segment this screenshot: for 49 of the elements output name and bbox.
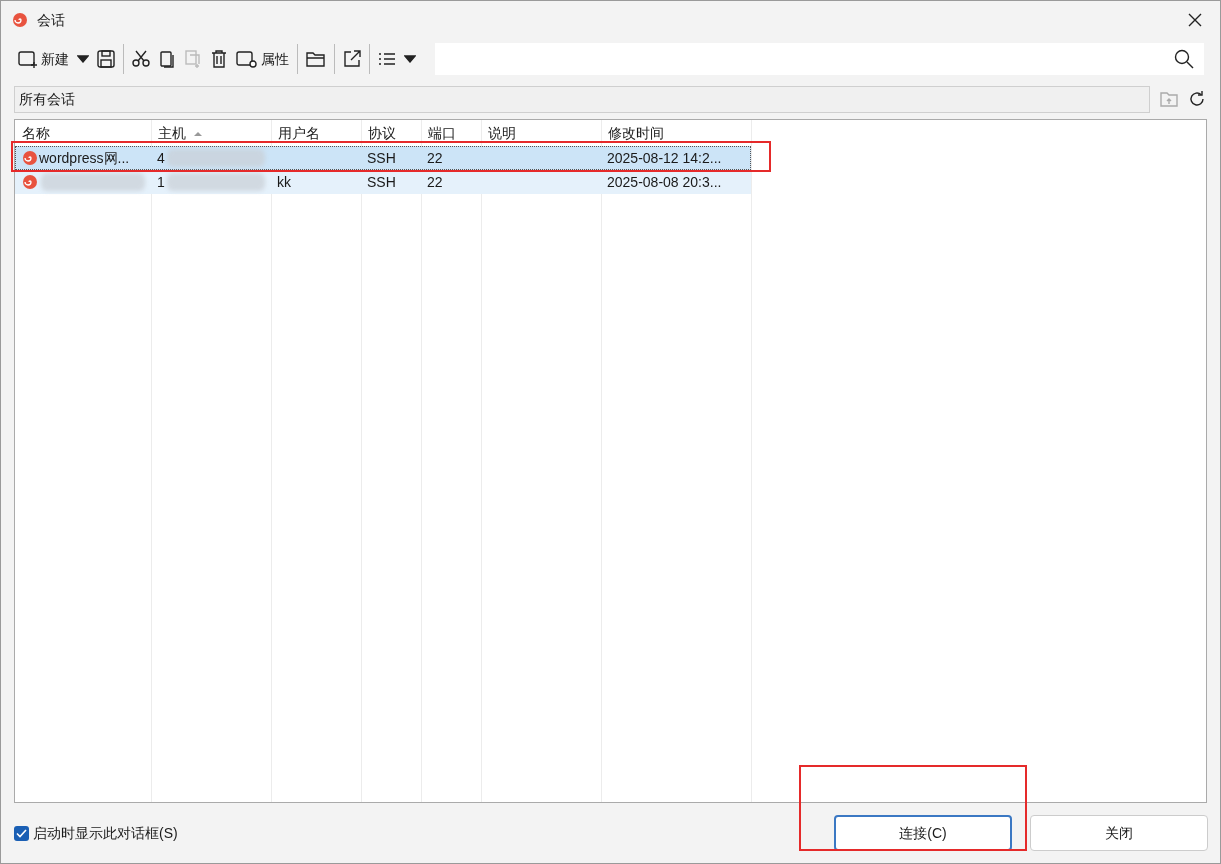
snail-icon <box>21 149 39 167</box>
column-header[interactable]: 协议 <box>368 123 396 144</box>
table-cell-text: SSH <box>367 172 396 192</box>
table-cell-text: 2025-08-12 14:2... <box>607 148 722 168</box>
export-icon <box>343 50 361 68</box>
column-header[interactable]: 说明 <box>488 123 516 144</box>
column-header[interactable]: 端口 <box>428 123 456 144</box>
scissors-icon <box>132 50 150 68</box>
folder-up-icon <box>1160 91 1178 107</box>
list-icon <box>378 52 396 66</box>
save-icon <box>97 50 115 68</box>
table-cell-text: 4 <box>157 148 165 168</box>
view-dropdown-icon <box>404 55 416 63</box>
path-field[interactable]: 所有会话 <box>14 85 1150 113</box>
snail-icon <box>21 173 39 191</box>
refresh-icon[interactable] <box>1188 90 1206 108</box>
snail-logo-icon <box>11 11 29 29</box>
table-cell-text: wordpress网... <box>39 148 130 168</box>
checkbox-label[interactable]: 启动时显示此对话框(S) <box>33 822 178 844</box>
new-button[interactable]: 新建 <box>15 44 72 74</box>
checkbox[interactable] <box>14 825 29 841</box>
delete-icon <box>210 50 228 68</box>
new-icon <box>18 50 38 68</box>
table-cell-text: 2025-08-08 20:3... <box>607 172 722 192</box>
properties-icon <box>236 50 258 68</box>
table-cell-text: 22 <box>427 148 443 168</box>
session-row[interactable]: wordpress网... 4 SSH 22 2025-08-12 14:2... <box>15 146 751 170</box>
table-cell-text: 1 <box>157 172 165 192</box>
column-header[interactable]: 用户名 <box>278 123 320 144</box>
search-field[interactable] <box>435 43 1204 75</box>
sort-arrow-icon <box>194 131 202 136</box>
properties-button[interactable]: 属性 <box>233 44 292 74</box>
copy-icon <box>158 50 176 68</box>
close-icon <box>1188 13 1202 27</box>
window-title: 会话 <box>37 10 65 30</box>
table-cell-text: 22 <box>427 172 443 192</box>
check-icon <box>16 828 27 838</box>
folder-icon <box>306 51 326 67</box>
paste-icon <box>184 50 202 68</box>
column-header[interactable]: 名称 <box>22 123 50 144</box>
column-header[interactable]: 主机 <box>158 123 202 144</box>
column-header[interactable]: 修改时间 <box>608 123 664 144</box>
dropdown-icon <box>77 55 89 63</box>
table-cell-text: SSH <box>367 148 396 168</box>
connect-button[interactable]: 连接(C) <box>834 815 1012 851</box>
search-icon <box>1174 49 1194 69</box>
close-dialog-button[interactable]: 关闭 <box>1030 815 1208 851</box>
table-cell-text: kk <box>277 172 291 192</box>
session-row[interactable]: 1 kk SSH 22 2025-08-08 20:3... <box>15 170 751 194</box>
